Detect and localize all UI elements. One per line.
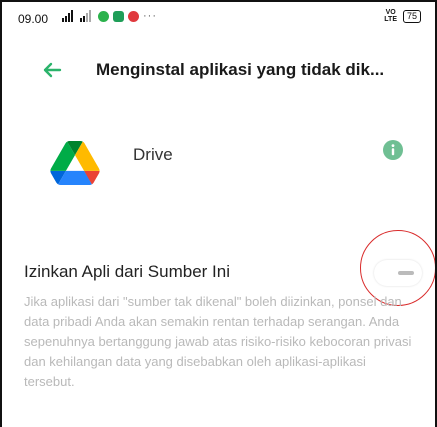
status-bar: 09.00 ··· VO LTE 75 (2, 2, 435, 32)
warning-description: Jika aplikasi dari "sumber tak dikenal" … (24, 294, 412, 389)
volte-icon: VO LTE (384, 9, 397, 23)
page-title: Menginstal aplikasi yang tidak dik... (96, 60, 385, 79)
signal-icon-sim2 (80, 10, 94, 22)
signal-icon (62, 10, 76, 22)
app-bar: Menginstal aplikasi yang tidak dik... (2, 52, 435, 92)
battery-icon: 75 (402, 9, 421, 23)
status-icons: ··· (62, 10, 157, 22)
app-notification-icon (113, 10, 124, 22)
volte-bottom: LTE (384, 16, 397, 23)
status-right: VO LTE 75 (384, 9, 421, 23)
screen: 09.00 ··· VO LTE 75 Menginstal aplikasi … (0, 0, 437, 427)
more-notifications-icon: ··· (143, 10, 157, 22)
allow-unknown-sources-label: Izinkan Apli dari Sumber Ini (24, 262, 230, 281)
app-notification-icon (128, 10, 139, 22)
back-arrow-icon[interactable] (40, 58, 64, 82)
google-drive-logo-icon (50, 141, 100, 185)
info-icon[interactable] (383, 140, 403, 160)
volte-top: VO (385, 9, 396, 16)
clock: 09.00 (18, 12, 49, 26)
app-name: Drive (133, 145, 173, 164)
app-notification-icon (98, 10, 109, 22)
app-info-row: Drive (2, 137, 435, 197)
